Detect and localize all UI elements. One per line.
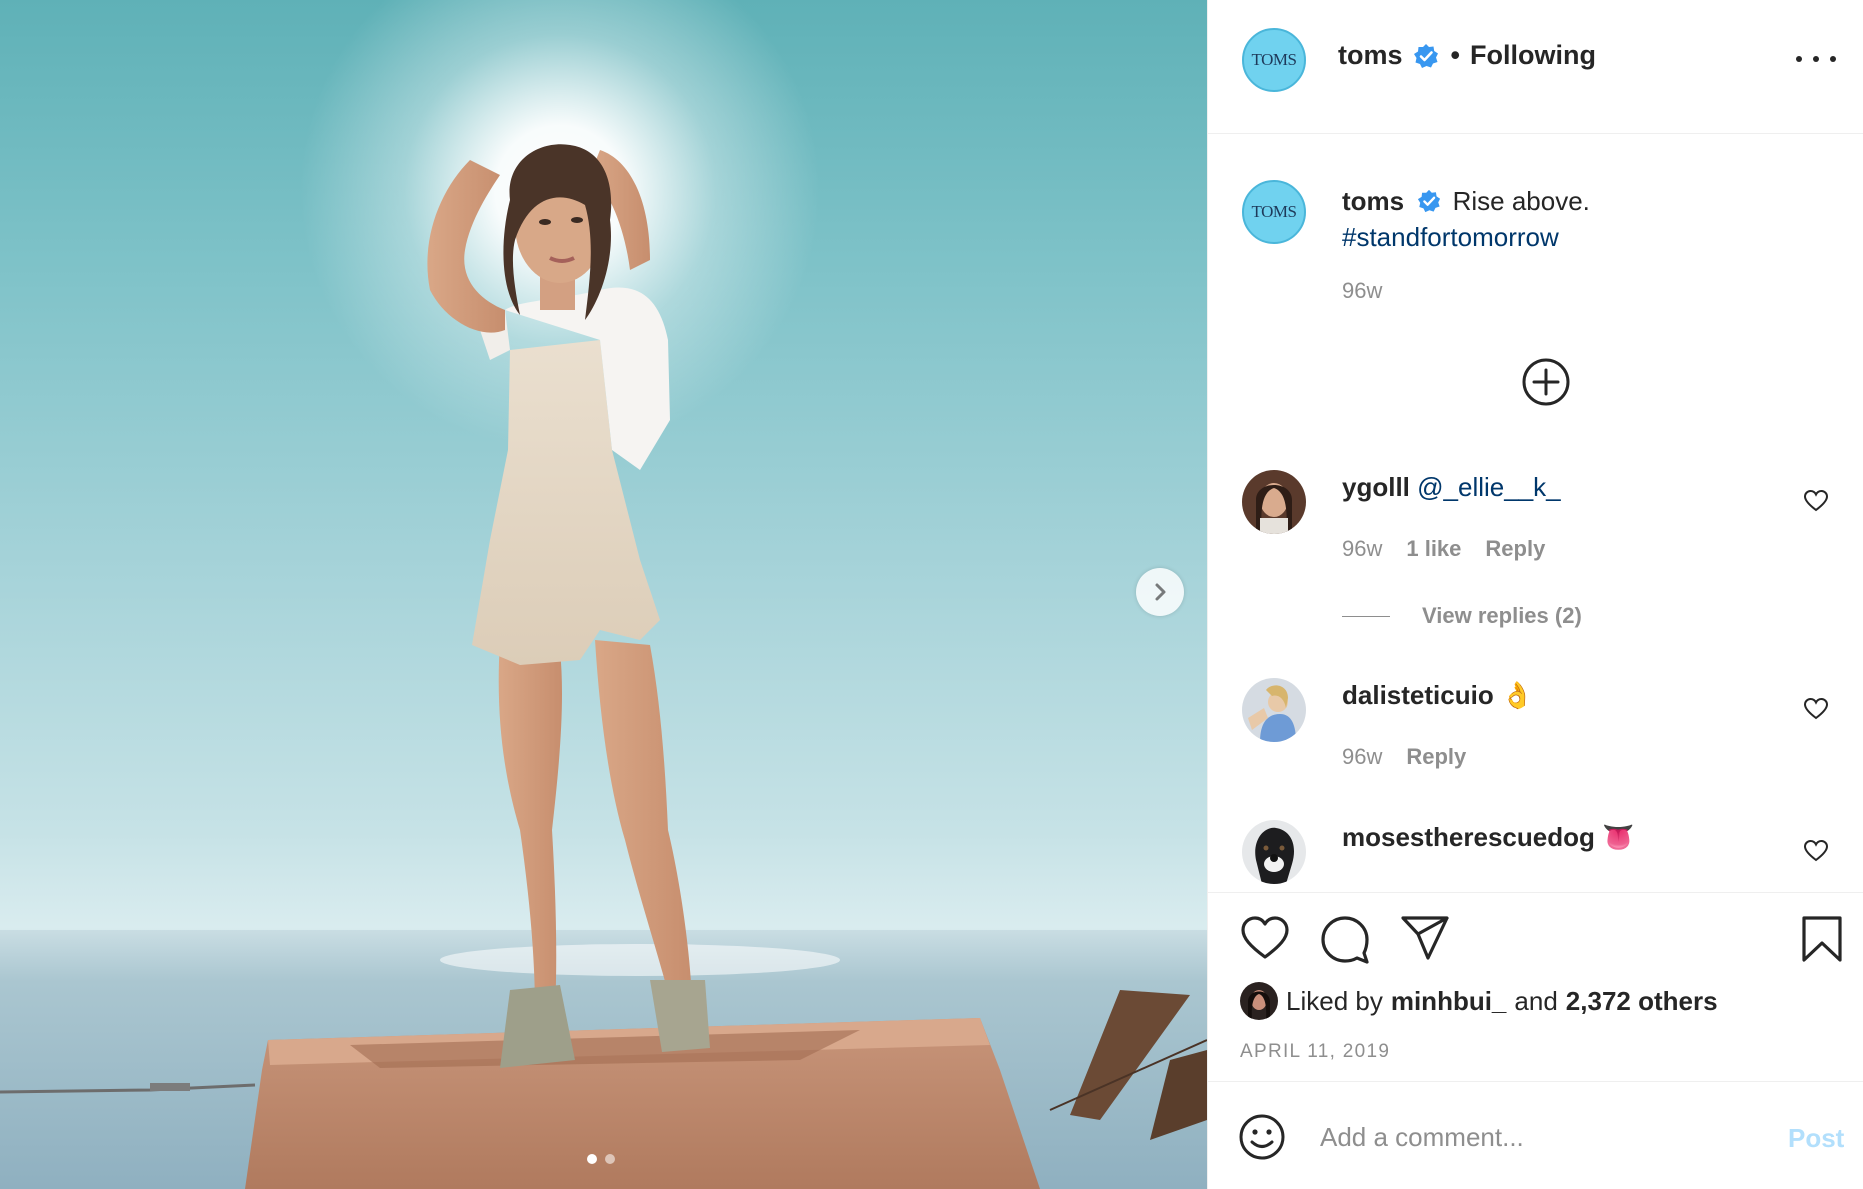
avatar-logo-text: TOMS	[1251, 50, 1297, 69]
post-header: TOMS toms • Following	[1208, 0, 1863, 134]
verified-badge-icon	[1418, 189, 1441, 213]
load-more-comments-icon[interactable]	[1521, 357, 1571, 407]
liked-by-prefix: Liked by	[1286, 985, 1383, 1016]
caption-text: toms Rise above. #standfortomorrow	[1342, 183, 1822, 255]
comment-reply-button[interactable]: Reply	[1485, 536, 1545, 562]
caption-hashtag[interactable]: #standfortomorrow	[1342, 222, 1559, 252]
post-photo[interactable]	[0, 0, 1207, 1189]
caption-author-avatar[interactable]: TOMS	[1242, 180, 1306, 244]
comment-timestamp[interactable]: 96w	[1342, 744, 1382, 770]
comment-input[interactable]	[1320, 1113, 1750, 1161]
likes-count[interactable]: 2,372 others	[1566, 986, 1718, 1017]
user-photo	[1242, 470, 1306, 534]
emoji-smiley-icon[interactable]	[1238, 1113, 1286, 1161]
comment-item: mosestherescuedog 👅	[1208, 820, 1863, 892]
add-comment-bar: Post	[1208, 1083, 1863, 1189]
comment-text: ygolll @_ellie__k_	[1342, 472, 1561, 503]
comment-like-count[interactable]: 1 like	[1406, 536, 1461, 562]
comment-like-heart-icon[interactable]	[1803, 696, 1829, 722]
post-date[interactable]: APRIL 11, 2019	[1240, 1041, 1390, 1063]
liked-by: Liked by minhbui_ and 2,372 others	[1240, 982, 1726, 1020]
share-paper-plane-icon[interactable]	[1400, 915, 1450, 961]
post-comment-button[interactable]: Post	[1788, 1123, 1844, 1154]
chevron-right-icon	[1155, 583, 1166, 601]
caption-body: Rise above.	[1452, 186, 1590, 216]
user-photo	[1242, 820, 1306, 884]
comment-timestamp[interactable]: 96w	[1342, 536, 1382, 562]
comment-text: mosestherescuedog 👅	[1342, 822, 1634, 853]
comment-text: dalisteticuio 👌	[1342, 680, 1533, 711]
commenter-username[interactable]: dalisteticuio	[1342, 680, 1494, 710]
view-replies-button[interactable]: View replies (2)	[1342, 603, 1582, 629]
header-separator: •	[1450, 40, 1460, 70]
liker-avatar[interactable]	[1240, 982, 1278, 1020]
following-button[interactable]: Following	[1470, 40, 1596, 71]
view-replies-label: View replies (2)	[1422, 603, 1582, 628]
verified-badge-icon	[1413, 43, 1438, 68]
like-heart-icon[interactable]	[1240, 915, 1290, 961]
commenter-username[interactable]: ygolll	[1342, 472, 1410, 502]
post-actions: Liked by minhbui_ and 2,372 others APRIL…	[1208, 892, 1863, 1082]
author-username[interactable]: toms	[1338, 40, 1403, 71]
post-image	[0, 0, 1207, 1189]
comment-meta: 96w 1 like Reply	[1342, 536, 1545, 562]
comment-like-heart-icon[interactable]	[1803, 488, 1829, 514]
author-info: toms • Following	[1338, 40, 1596, 71]
caption-timestamp[interactable]: 96w	[1342, 278, 1382, 304]
user-photo	[1240, 982, 1278, 1020]
liked-by-and: and	[1514, 985, 1558, 1016]
post-side-panel: TOMS toms • Following TOMS toms Rise abo…	[1207, 0, 1863, 1189]
carousel-next-button[interactable]	[1136, 568, 1184, 616]
comment-like-heart-icon[interactable]	[1803, 838, 1829, 864]
carousel-indicator	[587, 1154, 615, 1164]
commenter-avatar[interactable]	[1242, 820, 1306, 884]
carousel-dot	[605, 1154, 615, 1164]
comment-meta: 96w Reply	[1342, 744, 1466, 770]
comment-bubble-icon[interactable]	[1320, 915, 1370, 965]
avatar-logo-text: TOMS	[1251, 202, 1297, 221]
author-avatar[interactable]: TOMS	[1242, 28, 1306, 92]
save-bookmark-icon[interactable]	[1801, 915, 1843, 963]
comment-mention[interactable]: @_ellie__k_	[1417, 472, 1560, 502]
commenter-avatar[interactable]	[1242, 678, 1306, 742]
more-options-icon[interactable]	[1796, 44, 1836, 74]
comment-emoji: 👅	[1602, 822, 1635, 852]
commenter-username[interactable]: mosestherescuedog	[1342, 822, 1595, 852]
liked-by-user[interactable]: minhbui_	[1391, 986, 1507, 1017]
caption-username[interactable]: toms	[1342, 186, 1404, 216]
comment-emoji: 👌	[1500, 680, 1534, 710]
replies-divider-line	[1342, 615, 1390, 617]
commenter-avatar[interactable]	[1242, 470, 1306, 534]
user-photo	[1242, 678, 1306, 742]
comment-reply-button[interactable]: Reply	[1406, 744, 1466, 770]
carousel-dot-active	[587, 1154, 597, 1164]
